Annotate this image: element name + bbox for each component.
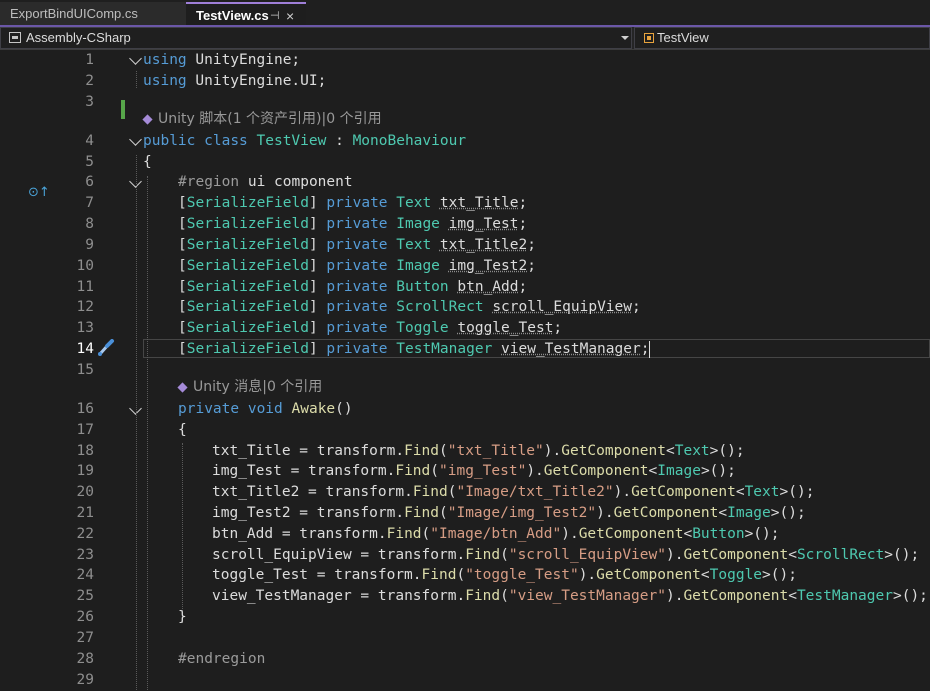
fold-toggle[interactable] bbox=[129, 133, 142, 146]
line-number[interactable]: 3 bbox=[56, 92, 94, 113]
line-number[interactable]: 23 bbox=[56, 545, 94, 566]
assignment-statement: txt_Title = transform.Find("txt_Title").… bbox=[212, 443, 745, 459]
text-cursor bbox=[649, 340, 651, 358]
tab-bar: ExportBindUIComp.cs TestView.cs ⊣ × bbox=[0, 0, 930, 27]
indent-guide bbox=[182, 443, 184, 623]
line-number[interactable]: 18 bbox=[56, 441, 94, 462]
project-label: Assembly-CSharp bbox=[26, 30, 131, 45]
code-line-2: using UnityEngine.UI; bbox=[143, 73, 327, 89]
implements-icon[interactable]: ⊙↑ bbox=[28, 185, 50, 200]
line-number[interactable]: 21 bbox=[56, 503, 94, 524]
assignment-statement: img_Test = transform.Find("img_Test").Ge… bbox=[212, 463, 736, 479]
line-number[interactable]: 16 bbox=[56, 399, 94, 420]
assignment-statement: view_TestManager = transform.Find("view_… bbox=[212, 588, 928, 604]
line-number[interactable]: 15 bbox=[56, 360, 94, 381]
codelens-awake[interactable]: Unity 消息|0 个引用 bbox=[177, 377, 322, 398]
code-editor[interactable]: ⊙↑ 1 2 3 4 5 6 7 8 9 10 11 12 13 14 15 16 17 18 19 20 21 22 23… bbox=[0, 50, 930, 690]
line-number[interactable]: 8 bbox=[56, 214, 94, 235]
field-declaration: [SerializeField] private Button btn_Add; bbox=[178, 279, 528, 295]
line-number[interactable]: 20 bbox=[56, 482, 94, 503]
project-dropdown[interactable]: Assembly-CSharp bbox=[0, 27, 632, 49]
line-number[interactable]: 5 bbox=[56, 152, 94, 173]
assignment-statement: toggle_Test = transform.Find("toggle_Tes… bbox=[212, 567, 797, 583]
field-declaration: [SerializeField] private Toggle toggle_T… bbox=[178, 320, 563, 336]
class-label: TestView bbox=[657, 30, 709, 45]
code-line-5: { bbox=[143, 154, 152, 170]
line-number[interactable]: 11 bbox=[56, 277, 94, 298]
code-line-26: } bbox=[178, 609, 187, 625]
assignment-statement: scroll_EquipView = transform.Find("scrol… bbox=[212, 547, 920, 563]
field-declaration: [SerializeField] private Image img_Test; bbox=[178, 216, 528, 232]
quick-action-brush-icon[interactable] bbox=[96, 339, 116, 357]
assignment-statement: btn_Add = transform.Find("Image/btn_Add"… bbox=[212, 526, 780, 542]
tab-label: TestView.cs bbox=[196, 8, 269, 23]
code-line-16: private void Awake() bbox=[178, 401, 353, 417]
field-declaration: [SerializeField] private ScrollRect scro… bbox=[178, 299, 641, 315]
line-number[interactable]: 4 bbox=[56, 131, 94, 152]
code-line-6: #region ui component bbox=[178, 174, 353, 190]
chevron-down-icon[interactable] bbox=[621, 36, 629, 40]
line-number[interactable]: 27 bbox=[56, 628, 94, 649]
line-number[interactable]: 9 bbox=[56, 235, 94, 256]
tab-testview[interactable]: TestView.cs ⊣ × bbox=[186, 2, 306, 26]
class-icon bbox=[644, 33, 654, 43]
field-declaration: [SerializeField] private Text txt_Title; bbox=[178, 195, 528, 211]
indent-guide bbox=[136, 155, 138, 690]
line-number[interactable]: 17 bbox=[56, 420, 94, 441]
line-number[interactable]: 13 bbox=[56, 318, 94, 339]
field-declaration: [SerializeField] private Image img_Test2… bbox=[178, 258, 536, 274]
line-number[interactable]: 28 bbox=[56, 649, 94, 670]
field-declaration: [SerializeField] private Text txt_Title2… bbox=[178, 237, 536, 253]
change-marker bbox=[121, 100, 125, 119]
assignment-statement: txt_Title2 = transform.Find("Image/txt_T… bbox=[212, 484, 815, 500]
indent-guide bbox=[147, 176, 149, 690]
indent-guide bbox=[136, 71, 138, 88]
codelens-class[interactable]: Unity 脚本(1 个资产引用)|0 个引用 bbox=[142, 109, 382, 130]
tab-exportbinduicomp[interactable]: ExportBindUIComp.cs bbox=[0, 2, 186, 26]
line-number[interactable]: 24 bbox=[56, 565, 94, 586]
line-number[interactable]: 2 bbox=[56, 71, 94, 92]
line-number[interactable]: 6 bbox=[56, 172, 94, 193]
line-number[interactable]: 25 bbox=[56, 586, 94, 607]
line-number[interactable]: 14 bbox=[56, 339, 94, 360]
field-declaration: [SerializeField] private TestManager vie… bbox=[178, 340, 651, 358]
assignment-statement: img_Test2 = transform.Find("Image/img_Te… bbox=[212, 505, 806, 521]
unity-icon bbox=[142, 113, 153, 125]
code-line-28: #endregion bbox=[178, 651, 266, 667]
code-line-1: using UnityEngine; bbox=[143, 52, 301, 68]
line-number[interactable]: 7 bbox=[56, 193, 94, 214]
code-line-4: public class TestView : MonoBehaviour bbox=[143, 133, 467, 149]
fold-toggle[interactable] bbox=[129, 52, 142, 65]
line-number[interactable]: 1 bbox=[56, 50, 94, 71]
line-number[interactable]: 29 bbox=[56, 670, 94, 691]
class-dropdown[interactable]: TestView bbox=[634, 27, 930, 49]
code-line-17: { bbox=[178, 422, 187, 438]
line-number[interactable]: 22 bbox=[56, 524, 94, 545]
line-number[interactable]: 10 bbox=[56, 256, 94, 277]
line-number[interactable]: 19 bbox=[56, 461, 94, 482]
line-number[interactable]: 26 bbox=[56, 607, 94, 628]
unity-icon bbox=[177, 381, 188, 393]
navigation-bar: Assembly-CSharp TestView bbox=[0, 27, 930, 50]
csharp-project-icon bbox=[9, 32, 21, 43]
line-number[interactable]: 12 bbox=[56, 297, 94, 318]
